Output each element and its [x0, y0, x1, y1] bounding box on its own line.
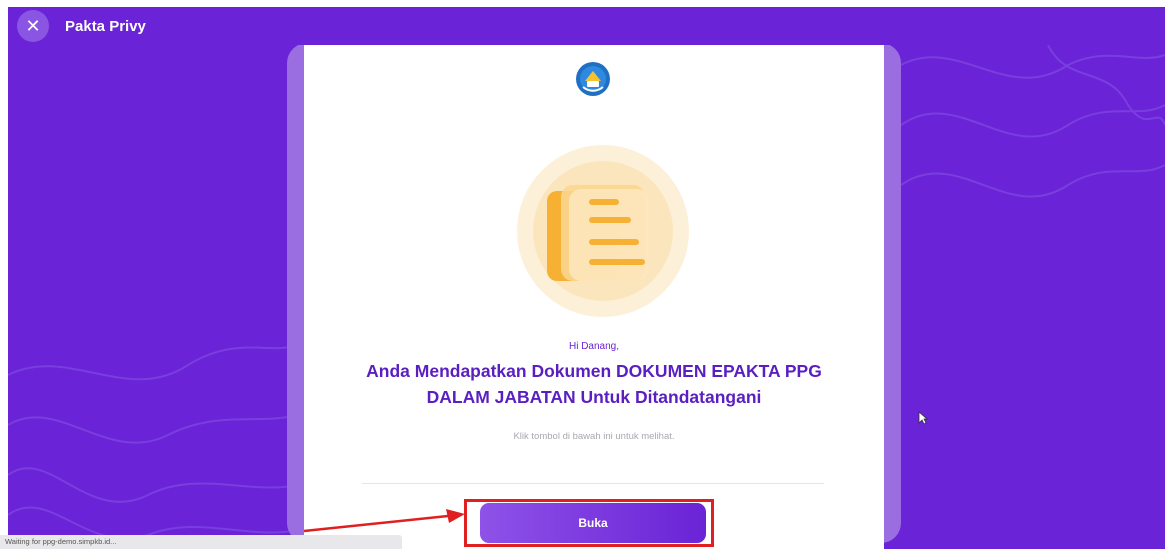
- screen: ✕ Pakta Privy Hi Danang, Anda Mendapatka…: [0, 0, 1165, 549]
- headline: Anda Mendapatkan Dokumen DOKUMEN EPAKTA …: [366, 361, 822, 407]
- mouse-cursor-icon: [918, 411, 928, 425]
- hint-text: Klik tombol di bawah ini untuk melihat.: [513, 431, 675, 442]
- status-bar: Waiting for ppg-demo.simpkb.id...: [0, 535, 402, 549]
- document-icon: [517, 145, 689, 317]
- annotation-arrow-icon: [303, 509, 465, 533]
- greeting-text: Hi Danang,: [568, 341, 620, 352]
- tut-wuri-handayani-logo-icon: [576, 62, 610, 96]
- close-button[interactable]: ✕: [17, 10, 49, 42]
- top-bar: ✕ Pakta Privy: [8, 7, 1165, 45]
- app-title: Pakta Privy: [65, 17, 146, 35]
- close-icon: ✕: [25, 15, 41, 37]
- document-card: Hi Danang, Anda Mendapatkan Dokumen DOKU…: [304, 45, 884, 549]
- page-background: Hi Danang, Anda Mendapatkan Dokumen DOKU…: [8, 45, 1165, 549]
- divider: [362, 483, 824, 484]
- annotation-highlight-box: [464, 499, 714, 547]
